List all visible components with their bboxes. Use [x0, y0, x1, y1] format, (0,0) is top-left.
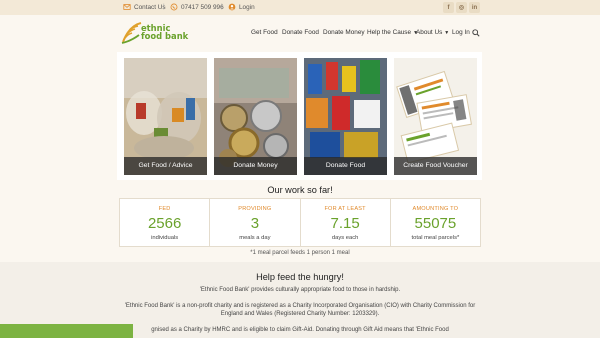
stat-parcels-caption: total meal parcels*: [411, 235, 460, 241]
nav-get-food[interactable]: Get Food: [251, 29, 278, 36]
help-section-title: Help feed the hungry!: [256, 272, 344, 282]
envelope-icon: [123, 4, 131, 10]
contact-us-label: Contact Us: [134, 3, 166, 11]
chevron-down-icon: ▼: [444, 30, 450, 36]
stat-parcels: AMOUNTING TO 55075 total meal parcels*: [391, 199, 480, 246]
stat-fed-heading: FED: [158, 206, 171, 212]
linkedin-icon[interactable]: in: [469, 2, 480, 13]
nav-log-in[interactable]: Log In: [452, 29, 470, 36]
nav-help-the-cause[interactable]: Help the Cause ▼: [367, 29, 418, 36]
stat-providing-value: 3: [250, 215, 260, 232]
stat-days: FOR AT LEAST 7.15 days each: [301, 199, 391, 246]
stat-fed-value: 2566: [147, 215, 182, 232]
nav-about-us[interactable]: About Us ▼: [416, 29, 449, 36]
card-donate-food[interactable]: Donate Food: [304, 58, 387, 175]
nav-about-us-label: About Us: [416, 29, 443, 36]
instagram-icon[interactable]: ◎: [456, 2, 467, 13]
stat-providing-caption: meals a day: [239, 235, 271, 241]
stat-fed-caption: individuals: [151, 235, 179, 241]
green-bottom-tab[interactable]: [0, 324, 133, 338]
nav-help-the-cause-label: Help the Cause: [367, 29, 412, 36]
card-create-voucher[interactable]: Create Food Voucher: [394, 58, 477, 175]
nav-donate-food[interactable]: Donate Food: [282, 29, 319, 36]
help-paragraph-2-line-2: England and Wales (Registered Charity Nu…: [220, 311, 380, 317]
stat-days-heading: FOR AT LEAST: [324, 206, 366, 212]
whatsapp-icon: [170, 3, 178, 11]
separator: |: [221, 3, 223, 10]
facebook-icon[interactable]: f: [443, 2, 454, 13]
card-donate-money[interactable]: Donate Money: [214, 58, 297, 175]
stat-providing: PROVIDING 3 meals a day: [210, 199, 301, 246]
card-get-food[interactable]: Get Food / Advice: [124, 58, 207, 175]
stats-panel: FED 2566 individuals PROVIDING 3 meals a…: [119, 198, 481, 247]
work-section-title: Our work so far!: [267, 185, 333, 195]
separator: |: [163, 3, 165, 10]
card-donate-money-label: Donate Money: [214, 157, 297, 175]
stat-fed: FED 2566 individuals: [120, 199, 211, 246]
card-create-voucher-label: Create Food Voucher: [394, 157, 477, 175]
login-label: Login: [239, 3, 255, 11]
phone-link[interactable]: 07417 509 996: [170, 3, 224, 11]
phone-number: 07417 509 996: [181, 3, 224, 11]
login-link[interactable]: Login: [228, 3, 255, 11]
help-paragraph-1: 'Ethnic Food Bank' provides culturally a…: [199, 287, 401, 293]
search-icon[interactable]: [472, 29, 480, 37]
card-donate-food-label: Donate Food: [304, 157, 387, 175]
stat-days-caption: days each: [331, 235, 359, 241]
meal-parcel-footnote: *1 meal parcel feeds 1 person 1 meal: [250, 250, 350, 256]
logo-wordmark[interactable]: ethnic food bank: [141, 24, 188, 40]
top-bar: Contact Us | 07417 509 996 | Login f ◎ i…: [0, 0, 600, 15]
stat-parcels-heading: AMOUNTING TO: [412, 206, 459, 212]
logo-line-2: food bank: [141, 31, 189, 41]
stat-parcels-value: 55075: [414, 215, 457, 232]
nav-donate-money[interactable]: Donate Money: [323, 29, 365, 36]
contact-us-link[interactable]: Contact Us: [123, 3, 166, 11]
stat-providing-heading: PROVIDING: [238, 206, 272, 212]
user-icon: [228, 3, 236, 11]
main-navbar: ethnic food bank Get Food Donate Food Do…: [0, 15, 600, 51]
action-cards-panel: Get Food / Advice Donate Money Donate Fo…: [117, 52, 482, 180]
stat-days-value: 7.15: [330, 215, 360, 232]
card-get-food-label: Get Food / Advice: [124, 157, 207, 175]
